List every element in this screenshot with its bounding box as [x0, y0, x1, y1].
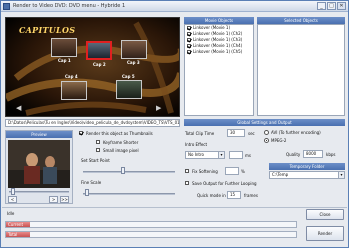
chapter-thumb-1[interactable]	[51, 38, 77, 57]
checkbox-icon[interactable]	[187, 38, 191, 42]
close-button[interactable]: Close	[306, 209, 344, 220]
divider	[2, 207, 347, 208]
movie-objects-list[interactable]: Linkover (Movie 1) Linkover (Movie 1) (C…	[184, 24, 254, 116]
mpeg2-label: MPEG-2	[271, 138, 287, 143]
render-window: Render to Video DVD: DVD menu - Hybride …	[0, 0, 349, 248]
checkbox-icon[interactable]	[187, 32, 191, 36]
start-point-thumb[interactable]	[121, 167, 125, 174]
checkbox-icon[interactable]	[187, 50, 191, 54]
save-output-label: Save Output for Further Looping	[192, 181, 257, 186]
movie-object-label: Linkover (Movie 1) (Ch3)	[193, 37, 243, 42]
start-point-label: Set Start Point	[81, 158, 110, 163]
global-settings-header: Global Settings and Output	[184, 119, 345, 126]
preview-video	[8, 140, 70, 188]
menu-prev-arrow[interactable]: ◀	[16, 104, 21, 112]
quick-mode-input[interactable]: 15	[227, 191, 241, 199]
menu-title: CAPITULOS	[19, 25, 76, 35]
selected-objects-list[interactable]	[257, 24, 345, 116]
preview-frame-image	[8, 140, 70, 188]
window-title: Render to Video DVD: DVD menu - Hybride …	[13, 3, 126, 9]
chapter-thumb-5[interactable]	[116, 80, 142, 99]
preview-seek-thumb[interactable]	[11, 188, 15, 195]
quality-unit: kbps	[326, 152, 336, 157]
save-output-checkbox[interactable]	[185, 181, 189, 185]
render-button[interactable]: Render	[306, 226, 344, 241]
chapter-label: Cap 2	[93, 62, 106, 67]
small-image-checkbox[interactable]	[96, 148, 100, 152]
fine-scale-thumb[interactable]	[85, 189, 89, 196]
temp-folder-input[interactable]: C:\Temp ▾	[269, 171, 345, 179]
render-thumbnails-checkbox[interactable]	[79, 131, 83, 135]
movie-object-label: Linkover (Movie 1) (Ch4)	[193, 43, 243, 48]
movie-object-label: Linkover (Movie 1) (Ch2)	[193, 31, 243, 36]
chevron-down-icon[interactable]: ▾	[218, 152, 224, 158]
preview-next-button[interactable]: >	[49, 196, 58, 203]
chapter-label: Cap 4	[65, 74, 78, 79]
small-image-label: Small image pixel	[103, 148, 139, 153]
preview-header: Preview	[6, 131, 72, 138]
list-item[interactable]: Linkover (Movie 1) (Ch5)	[185, 49, 253, 55]
total-progress-bar: Total	[5, 231, 297, 238]
preview-prev-button[interactable]: <	[8, 196, 17, 203]
current-progress-bar: Current	[5, 221, 297, 228]
intro-effect-value: No Intro	[188, 152, 204, 157]
quality-label: Quality	[286, 152, 301, 157]
movie-object-label: Linkover (Movie 1)	[193, 25, 231, 30]
intro-duration-unit: ms	[245, 153, 251, 158]
temp-folder-value: C:\Temp	[272, 172, 289, 177]
total-clip-label: Total Clip Time	[185, 131, 215, 136]
checkbox-icon[interactable]	[187, 26, 191, 30]
quick-mode-label: Quick mode in	[197, 193, 226, 198]
chapter-label: Cap 3	[127, 60, 140, 65]
fix-softening-label: Fix Softening	[192, 169, 218, 174]
keyframe-shorter-checkbox[interactable]	[96, 140, 100, 144]
fix-softening-input[interactable]	[225, 167, 239, 175]
fix-softening-checkbox[interactable]	[185, 169, 189, 173]
intro-effect-select[interactable]: No Intro ▾	[185, 151, 225, 159]
chapter-thumb-3[interactable]	[121, 40, 147, 59]
avi-label: AVI (To further encoding)	[271, 130, 321, 135]
fine-scale-label: Fine Scale	[81, 180, 102, 185]
movie-objects-header: Movie Objects	[184, 17, 254, 24]
title-bar[interactable]: Render to Video DVD: DVD menu - Hybride …	[1, 1, 348, 12]
chapter-label: Cap 5	[122, 74, 135, 79]
selected-objects-header: Selected Objects	[257, 17, 345, 24]
menu-next-arrow[interactable]: ▶	[156, 104, 161, 112]
movie-object-label: Linkover (Movie 1) (Ch5)	[193, 49, 243, 54]
status-text: Idle	[7, 211, 15, 216]
maximize-button[interactable]: □	[327, 2, 336, 10]
render-thumbnails-label: Render this object as Thumbnails	[86, 131, 153, 136]
preview-end-button[interactable]: >>	[60, 196, 69, 203]
total-clip-input[interactable]: 30	[227, 129, 245, 137]
checkbox-icon[interactable]	[187, 44, 191, 48]
keyframe-shorter-label: Keyframe Shorter	[103, 140, 139, 145]
chapter-thumb-4[interactable]	[61, 81, 87, 100]
preview-panel: Preview < > >>	[5, 130, 73, 204]
quick-mode-unit: frames	[244, 193, 258, 198]
quality-input[interactable]: 8000	[303, 150, 323, 158]
start-point-track[interactable]	[83, 171, 175, 173]
source-path-field[interactable]: D:\Datos\Peliculas\Tu en Ingles\Video\vi…	[5, 119, 180, 127]
chevron-down-icon[interactable]: ▾	[338, 172, 344, 178]
intro-duration-input[interactable]	[229, 151, 243, 159]
preview-seek-track[interactable]	[9, 191, 69, 193]
current-progress-label: Current	[6, 222, 30, 227]
total-clip-unit: sec	[248, 131, 255, 136]
chapter-thumb-2[interactable]	[86, 41, 112, 60]
dvd-menu-preview[interactable]: CAPITULOS Cap 1 Cap 2 Cap 3 Cap 4 Cap 5 …	[5, 17, 180, 117]
fine-scale-track[interactable]	[83, 193, 175, 195]
chapter-label: Cap 1	[58, 58, 71, 63]
intro-effect-label: Intro Effect	[185, 142, 208, 147]
avi-radio[interactable]	[264, 130, 269, 135]
app-icon	[3, 3, 10, 10]
fix-softening-unit: %	[241, 169, 245, 174]
total-progress-label: Total	[6, 232, 30, 237]
close-window-button[interactable]: ✕	[337, 2, 346, 10]
mpeg2-radio[interactable]	[264, 138, 269, 143]
temp-folder-header: Temporary Folder	[269, 163, 345, 170]
minimize-button[interactable]: _	[317, 2, 326, 10]
